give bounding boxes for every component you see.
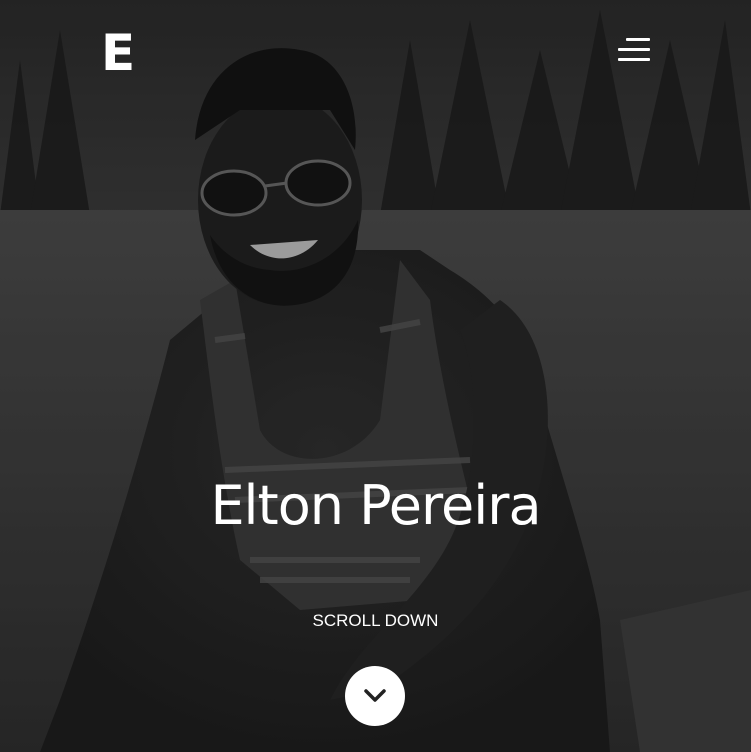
site-logo[interactable]: E — [101, 28, 135, 78]
hamburger-menu-icon[interactable] — [614, 36, 654, 66]
hero-name: Elton Pereira — [210, 474, 541, 537]
menu-line-middle — [618, 48, 650, 51]
scroll-down-label: SCROLL DOWN — [312, 611, 439, 630]
menu-line-top — [626, 38, 650, 41]
dark-overlay — [0, 0, 751, 752]
hero-section: E Elton Pereira SCROLL DOWN — [0, 0, 751, 752]
scroll-down-button[interactable] — [345, 666, 405, 726]
chevron-down-icon — [364, 689, 386, 702]
menu-line-bottom — [618, 58, 650, 61]
